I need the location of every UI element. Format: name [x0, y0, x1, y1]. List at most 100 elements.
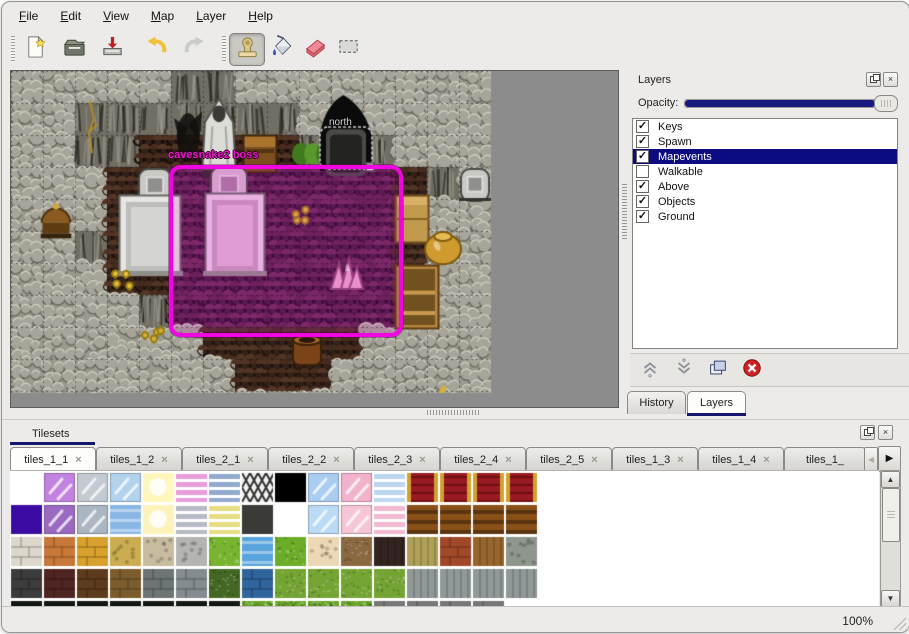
tabs-scroll-left-button[interactable]: ◀ — [864, 447, 878, 472]
tileset-tab-tiles_2_2[interactable]: tiles_2_2 × — [268, 447, 354, 472]
tileset-tab-tiles_1_[interactable]: tiles_1_ — [784, 447, 866, 472]
tileset-tab-label: tiles_2_5 — [540, 454, 584, 466]
toolbar-grip[interactable] — [11, 36, 15, 62]
tab-close-icon[interactable]: × — [591, 454, 597, 466]
undo-button[interactable] — [139, 33, 173, 64]
redo-button[interactable] — [177, 33, 211, 64]
dock-tab-layers[interactable]: Layers — [687, 391, 746, 414]
tileset-tab-tiles_2_4[interactable]: tiles_2_4× — [440, 447, 526, 472]
redo-arrow-icon — [182, 34, 207, 64]
layer-row-keys[interactable]: ✓Keys — [633, 119, 897, 134]
tileset-tab-label: tiles_1_2 — [110, 454, 154, 466]
tabs-scroll-right-button[interactable]: ▶ — [878, 446, 901, 472]
layer-list: ✓Keys✓Spawn✓MapeventsWalkable✓Above✓Obje… — [632, 118, 898, 349]
tab-close-icon[interactable]: × — [763, 454, 769, 466]
tileset-tab-tiles_1_4[interactable]: tiles_1_4× — [698, 447, 784, 472]
tileset-tab-tiles_1_2[interactable]: tiles_1_2 × — [96, 447, 182, 472]
tab-close-icon[interactable]: × — [505, 454, 511, 466]
map-viewport[interactable]: cavesnake2 boss north — [10, 70, 619, 408]
float-icon — [870, 76, 877, 83]
dock-tab-history[interactable]: History — [627, 391, 686, 414]
eraser-tool-button[interactable] — [298, 33, 332, 64]
raise-layer-icon — [639, 357, 661, 384]
tab-close-icon[interactable]: × — [75, 454, 81, 466]
close-icon: × — [883, 427, 888, 437]
lower-layer-button[interactable] — [672, 358, 696, 382]
layer-visibility-checkbox[interactable]: ✓ — [636, 180, 649, 193]
layer-row-spawn[interactable]: ✓Spawn — [633, 134, 897, 149]
save-icon — [100, 34, 125, 64]
layer-label: Mapevents — [658, 151, 712, 163]
paint-bucket-icon — [270, 34, 295, 64]
menu-layer[interactable]: Layer — [187, 7, 235, 27]
dock-tab-label: Layers — [700, 397, 733, 409]
layer-visibility-checkbox[interactable] — [636, 165, 649, 178]
menu-file[interactable]: File — [10, 7, 47, 27]
toolbar-grip-2[interactable] — [222, 36, 226, 62]
layer-visibility-checkbox[interactable]: ✓ — [636, 120, 649, 133]
layer-row-mapevents[interactable]: ✓ Mapevents — [633, 149, 897, 164]
duplicate-layer-button[interactable] — [706, 358, 730, 382]
menu-view[interactable]: View — [94, 7, 138, 27]
layer-visibility-checkbox[interactable]: ✓ — [636, 135, 649, 148]
select-tool-button[interactable] — [331, 33, 365, 64]
status-bar: 100% — [2, 606, 909, 633]
tileset-tab-tiles_2_5[interactable]: tiles_2_5 × — [526, 447, 612, 472]
zoom-level: 100% — [842, 614, 873, 628]
open-button[interactable] — [57, 33, 91, 64]
dock-divider — [2, 419, 909, 420]
tileset-tab-tiles_2_1[interactable]: tiles_2_1× — [182, 447, 268, 472]
undo-arrow-icon — [144, 34, 169, 64]
tab-close-icon[interactable]: × — [247, 454, 253, 466]
layer-visibility-checkbox[interactable]: ✓ — [636, 150, 649, 163]
opacity-slider-track[interactable] — [684, 99, 876, 108]
tab-close-icon[interactable]: × — [161, 454, 167, 466]
tileset-tab-tiles_2_3[interactable]: tiles_2_3 × — [354, 447, 440, 472]
scroll-left-icon: ◀ — [868, 455, 874, 464]
tileset-tab-label: tiles_2_3 — [368, 454, 412, 466]
resize-grip[interactable] — [889, 613, 906, 630]
fill-tool-button[interactable] — [265, 33, 299, 64]
scroll-up-icon: ▲ — [887, 475, 895, 484]
vertical-splitter[interactable] — [622, 184, 627, 240]
tileset-tab-label: tiles_1_1 — [24, 454, 68, 466]
dock-tab-label: History — [639, 397, 673, 409]
tab-close-icon[interactable]: × — [419, 454, 425, 466]
selection-rect-icon — [336, 34, 361, 64]
toolbar — [2, 30, 909, 66]
layer-visibility-checkbox[interactable]: ✓ — [636, 195, 649, 208]
new-file-button[interactable] — [18, 33, 52, 64]
layer-row-ground[interactable]: ✓Ground — [633, 209, 897, 224]
tileset-tab-label: tiles_2_2 — [282, 454, 326, 466]
menu-help[interactable]: Help — [239, 7, 282, 27]
layer-row-objects[interactable]: ✓ Objects — [633, 194, 897, 209]
layer-row-above[interactable]: ✓Above — [633, 179, 897, 194]
raise-layer-button[interactable] — [638, 358, 662, 382]
tab-close-icon[interactable]: × — [333, 454, 339, 466]
scroll-down-button[interactable]: ▼ — [881, 590, 900, 607]
tileset-tab-label: tiles_1_3 — [626, 454, 670, 466]
layers-float-button[interactable] — [866, 72, 881, 87]
selection-rectangle[interactable] — [169, 165, 403, 337]
palette-scrollbar[interactable]: ▲ ▼ — [880, 470, 901, 608]
scroll-up-button[interactable]: ▲ — [881, 471, 900, 488]
tab-close-icon[interactable]: × — [677, 454, 683, 466]
tilesets-close-button[interactable]: × — [878, 425, 893, 440]
scrollbar-thumb[interactable] — [882, 488, 900, 542]
layer-visibility-checkbox[interactable]: ✓ — [636, 210, 649, 223]
opacity-label: Opacity: — [638, 97, 678, 109]
tileset-palette-canvas[interactable] — [10, 471, 538, 607]
horizontal-splitter[interactable] — [427, 410, 479, 415]
menu-map[interactable]: Map — [142, 7, 183, 27]
tilesets-float-button[interactable] — [860, 425, 875, 440]
tileset-tab-tiles_1_3[interactable]: tiles_1_3 × — [612, 447, 698, 472]
layers-close-button[interactable]: × — [883, 72, 898, 87]
menu-edit[interactable]: Edit — [51, 7, 90, 27]
save-button[interactable] — [95, 33, 129, 64]
opacity-slider-handle[interactable] — [874, 95, 898, 112]
close-icon: × — [888, 74, 893, 84]
layer-label: Objects — [658, 196, 695, 208]
delete-layer-button[interactable] — [740, 358, 764, 382]
stamp-tool-button[interactable] — [229, 33, 265, 66]
layer-row-walkable[interactable]: Walkable — [633, 164, 897, 179]
